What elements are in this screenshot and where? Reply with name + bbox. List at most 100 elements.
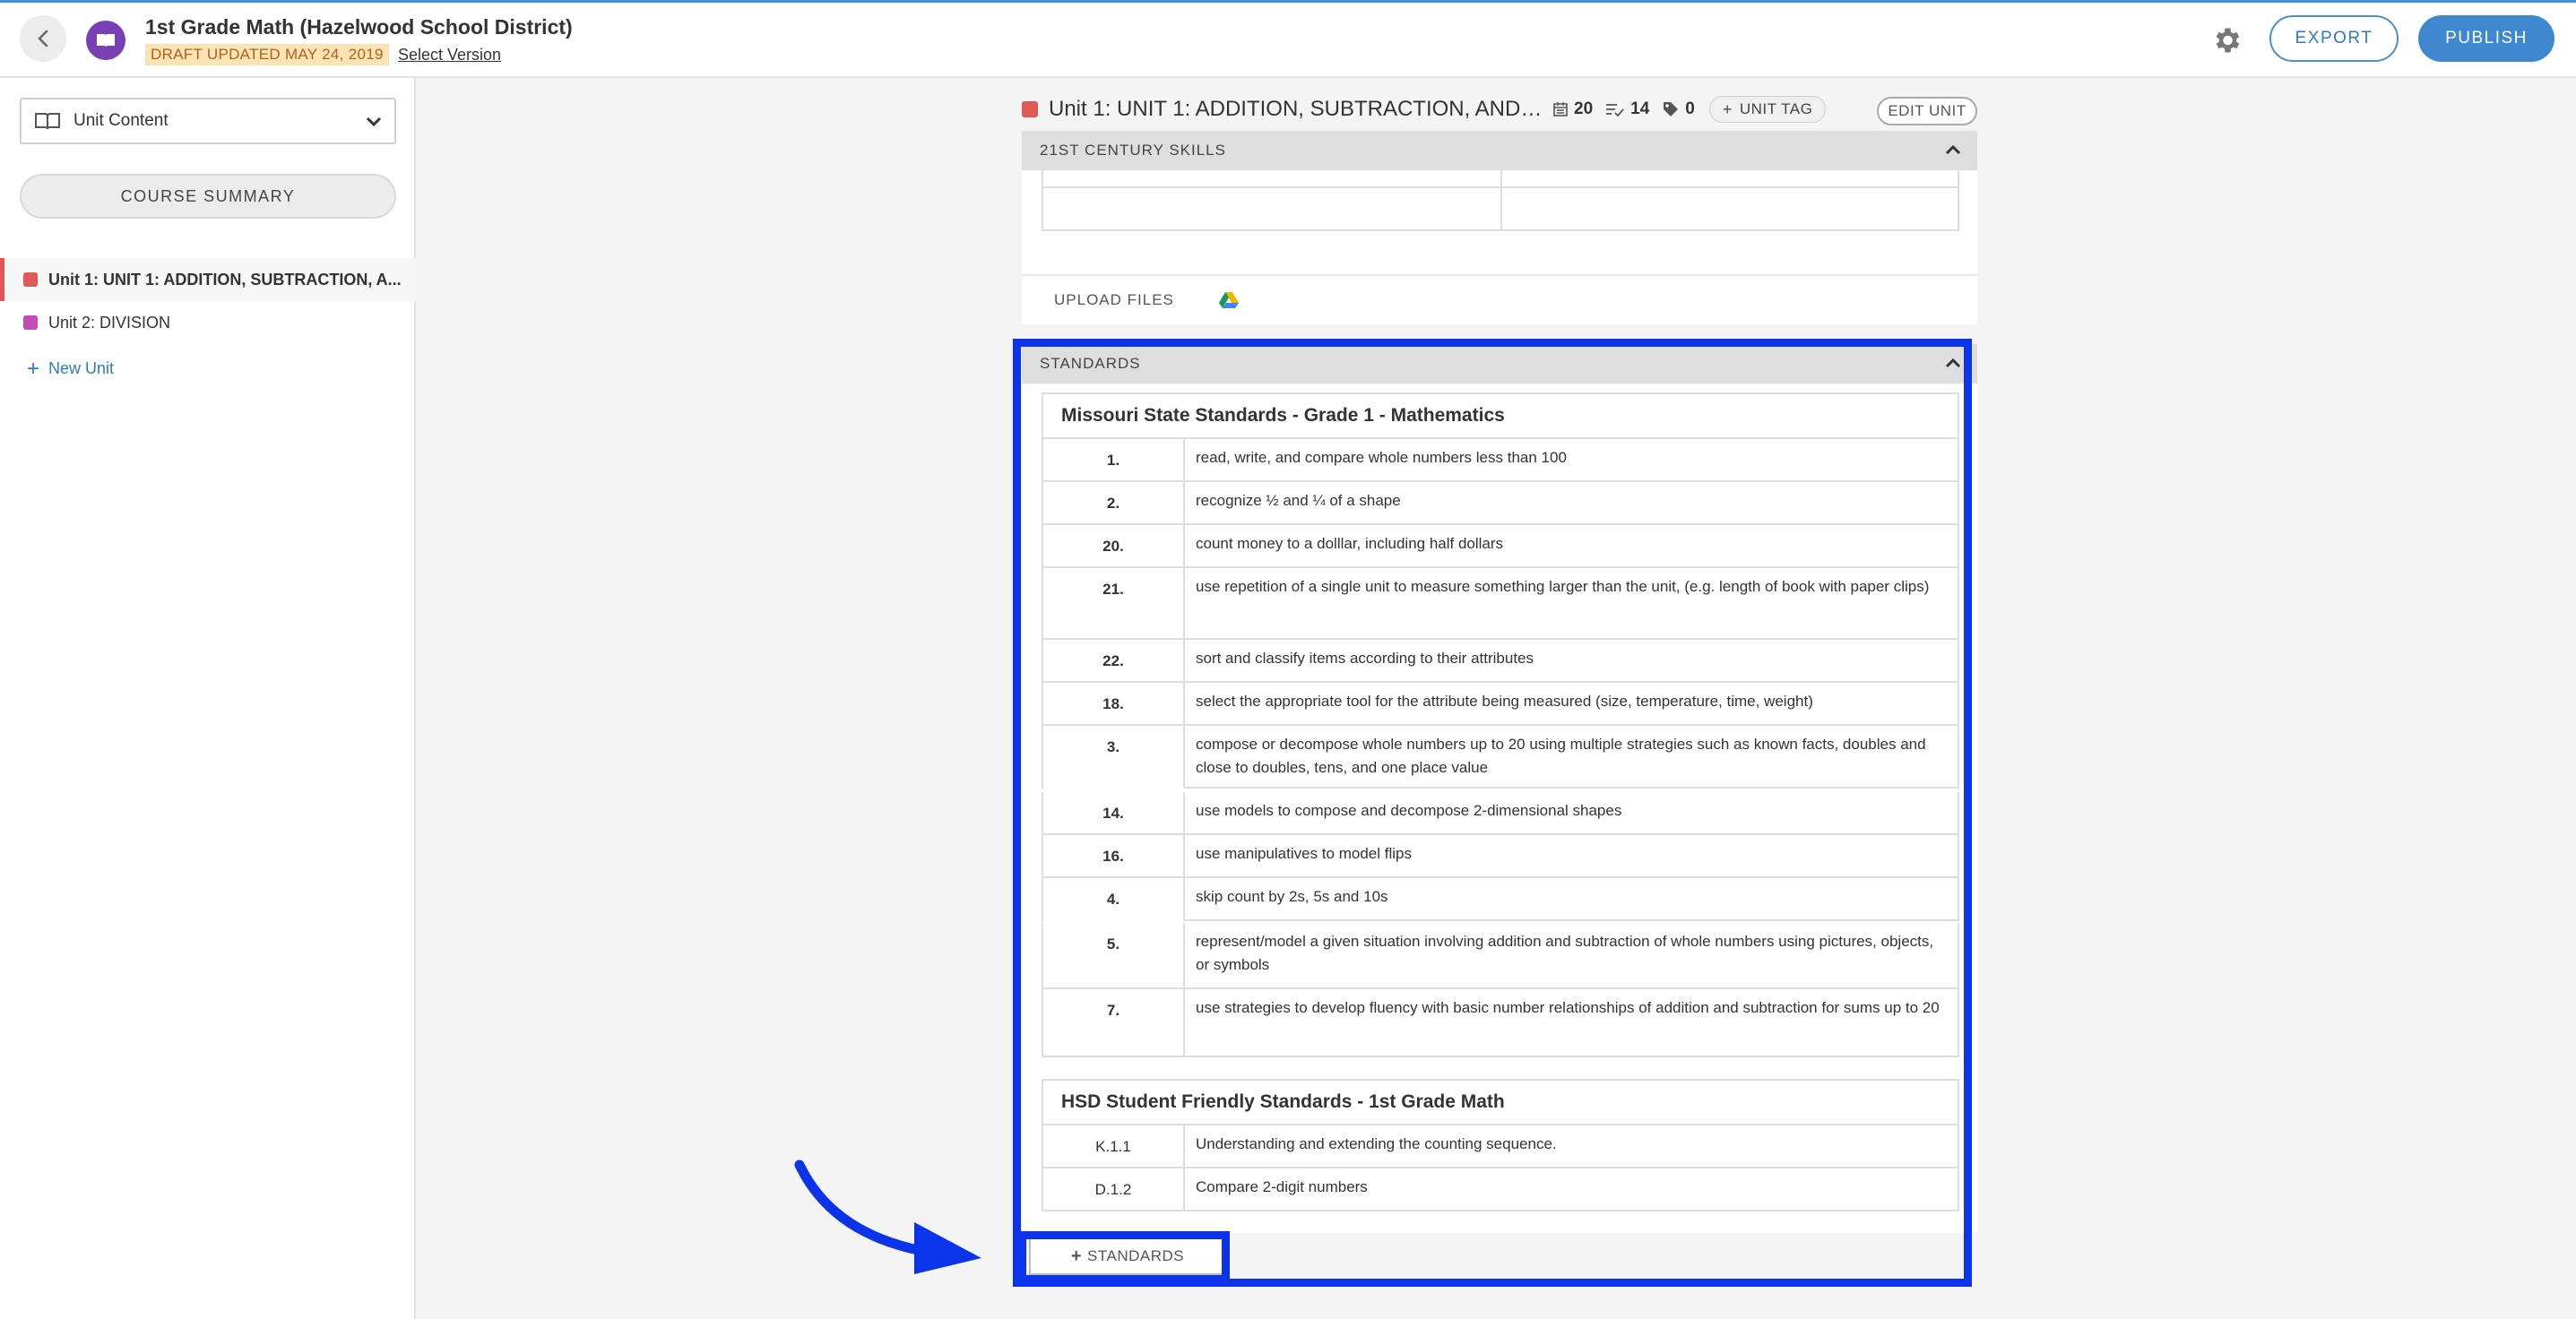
- standard-description: Understanding and extending the counting…: [1196, 1135, 1557, 1152]
- standard-row: 22. sort and classify items according to…: [1042, 640, 1959, 683]
- standard-row: 5. represent/model a given situation inv…: [1042, 923, 1959, 989]
- standard-description: compose or decompose whole numbers up to…: [1185, 726, 1958, 789]
- standard-description: use manipulatives to model flips: [1196, 845, 1412, 862]
- export-button[interactable]: EXPORT: [2269, 15, 2399, 62]
- standard-description: use models to compose and decompose 2-di…: [1196, 802, 1622, 819]
- calendar-count: 20: [1574, 99, 1594, 118]
- add-standards-button[interactable]: + STANDARDS: [1029, 1237, 1226, 1275]
- standard-description: skip count by 2s, 5s and 10s: [1185, 878, 1958, 921]
- standard-row: 16. use manipulatives to model flips: [1042, 835, 1959, 878]
- standard-row: D.1.2 Compare 2-digit numbers: [1042, 1168, 1959, 1211]
- draft-status-badge: DRAFT UPDATED MAY 24, 2019: [145, 44, 389, 65]
- standard-description: select the appropriate tool for the attr…: [1196, 693, 1813, 710]
- standard-code: 16.: [1043, 835, 1185, 876]
- unit-label: Unit 1: UNIT 1: ADDITION, SUBTRACTION, A…: [48, 270, 402, 289]
- plus-icon: +: [27, 356, 40, 381]
- course-title: 1st Grade Math (Hazelwood School Distric…: [145, 15, 573, 39]
- standard-row: 21. use repetition of a single unit to m…: [1042, 568, 1959, 640]
- unit-color-square: [23, 315, 38, 330]
- sidebar-unit-2[interactable]: Unit 2: DIVISION: [0, 301, 416, 344]
- standard-code: 3.: [1043, 726, 1185, 789]
- unit-color-square: [23, 272, 38, 287]
- standard-description: represent/model a given situation involv…: [1196, 933, 1934, 973]
- new-unit-link[interactable]: + New Unit: [27, 356, 115, 381]
- tag-icon: [1664, 102, 1679, 116]
- standard-code: 14.: [1043, 792, 1185, 833]
- chevron-left-icon: [38, 30, 48, 47]
- tag-stat: 0: [1662, 99, 1695, 119]
- chevron-up-icon[interactable]: [1945, 143, 1961, 156]
- standard-description: Compare 2-digit numbers: [1196, 1178, 1368, 1195]
- standard-code: 18.: [1043, 683, 1185, 724]
- standard-code: 4.: [1043, 878, 1185, 921]
- chevron-up-icon[interactable]: [1945, 357, 1961, 369]
- settings-button[interactable]: [2210, 24, 2243, 56]
- unit-content-dropdown[interactable]: Unit Content: [20, 98, 396, 144]
- standard-code: 7.: [1043, 989, 1185, 1056]
- standard-code: 5.: [1043, 923, 1185, 987]
- list-count: 14: [1630, 99, 1650, 118]
- standard-row: 2. recognize ½ and ¼ of a shape: [1042, 482, 1959, 525]
- unit-tag-button[interactable]: + UNIT TAG: [1708, 96, 1827, 123]
- standards-section-header[interactable]: STANDARDS: [1022, 344, 1977, 384]
- standard-row: K.1.1 Understanding and extending the co…: [1042, 1125, 1959, 1168]
- skills-section-title: 21ST CENTURY SKILLS: [1040, 142, 1226, 159]
- list-stat: 14: [1605, 99, 1649, 119]
- calendar-stat: 20: [1552, 99, 1593, 119]
- standard-description: recognize ½ and ¼ of a shape: [1196, 492, 1401, 509]
- new-unit-label: New Unit: [48, 359, 115, 377]
- standard-description: use repetition of a single unit to measu…: [1196, 578, 1930, 595]
- skills-table: [1042, 170, 1959, 231]
- standard-row: 3. compose or decompose whole numbers up…: [1042, 726, 1959, 790]
- unit-color-square: [1022, 101, 1038, 117]
- standards-section-title: STANDARDS: [1040, 355, 1141, 372]
- standard-code: 22.: [1043, 640, 1185, 681]
- select-version-link[interactable]: Select Version: [398, 44, 501, 65]
- unit-title: Unit 1: UNIT 1: ADDITION, SUBTRACTION, A…: [1049, 97, 1547, 121]
- standard-code: 2.: [1043, 482, 1185, 523]
- table-divider: [1500, 170, 1502, 229]
- google-drive-icon[interactable]: [1218, 291, 1239, 309]
- unit-label: Unit 2: DIVISION: [48, 313, 171, 332]
- hsd-standards-title: HSD Student Friendly Standards - 1st Gra…: [1042, 1079, 1959, 1125]
- standard-description: count money to a dolllar, including half…: [1196, 535, 1504, 552]
- standard-row: 18. select the appropriate tool for the …: [1042, 683, 1959, 726]
- standard-description: use strategies to develop fluency with b…: [1196, 999, 1940, 1016]
- course-summary-button[interactable]: COURSE SUMMARY: [20, 174, 396, 219]
- standard-description: read, write, and compare whole numbers l…: [1196, 449, 1567, 466]
- standard-code: D.1.2: [1043, 1168, 1185, 1210]
- list-check-icon: [1606, 104, 1624, 117]
- unit-header: Unit 1: UNIT 1: ADDITION, SUBTRACTION, A…: [1022, 93, 1977, 125]
- sidebar-unit-1[interactable]: Unit 1: UNIT 1: ADDITION, SUBTRACTION, A…: [0, 258, 416, 301]
- dropdown-label: Unit Content: [73, 111, 169, 130]
- back-button[interactable]: [20, 15, 66, 62]
- edit-unit-button[interactable]: EDIT UNIT: [1877, 97, 1977, 125]
- plus-icon: +: [1070, 1246, 1083, 1266]
- book-open-icon: [35, 113, 60, 130]
- course-book-icon: [86, 21, 125, 60]
- standard-code: K.1.1: [1043, 1125, 1185, 1167]
- publish-button[interactable]: PUBLISH: [2418, 15, 2554, 62]
- standard-row: 1. read, write, and compare whole number…: [1042, 439, 1959, 482]
- upload-files-label: UPLOAD FILES: [1054, 291, 1174, 308]
- standard-row: 20. count money to a dolllar, including …: [1042, 525, 1959, 568]
- standard-code: 1.: [1043, 439, 1185, 480]
- plus-icon: +: [1722, 99, 1733, 118]
- app-header: 1st Grade Math (Hazelwood School Distric…: [0, 3, 2576, 78]
- standard-code: 21.: [1043, 568, 1185, 638]
- sidebar: Unit Content COURSE SUMMARY Unit 1: UNIT…: [0, 78, 416, 1319]
- curved-arrow-icon: [794, 1160, 981, 1274]
- add-standards-label: STANDARDS: [1087, 1247, 1185, 1264]
- skills-section-header[interactable]: 21ST CENTURY SKILLS: [1022, 131, 1977, 170]
- upload-files-row[interactable]: UPLOAD FILES: [1022, 274, 1977, 324]
- missouri-standards-title: Missouri State Standards - Grade 1 - Mat…: [1042, 392, 1959, 439]
- chevron-down-icon: [366, 116, 382, 127]
- standard-row: 7. use strategies to develop fluency wit…: [1042, 989, 1959, 1057]
- standard-code: 20.: [1043, 525, 1185, 566]
- standard-row: 14. use models to compose and decompose …: [1042, 792, 1959, 835]
- gear-icon: [2216, 28, 2240, 53]
- unit-tag-label: UNIT TAG: [1739, 100, 1813, 117]
- standard-description: sort and classify items according to the…: [1196, 650, 1534, 667]
- tag-count: 0: [1685, 99, 1695, 118]
- calendar-icon: [1553, 102, 1568, 116]
